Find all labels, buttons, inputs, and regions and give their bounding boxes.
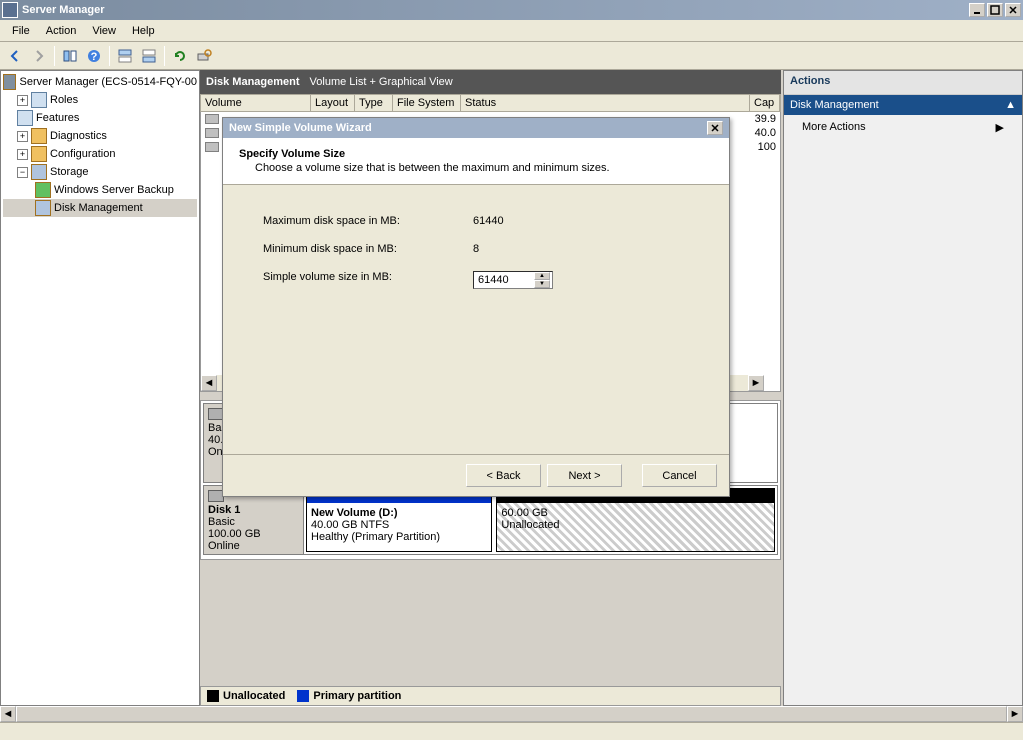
minimize-button[interactable] (969, 3, 985, 17)
diagnostics-icon (31, 128, 47, 144)
navigation-tree: Server Manager (ECS-0514-FQY-00 +Roles F… (0, 70, 200, 706)
expander-icon[interactable]: + (17, 149, 28, 160)
expander-icon[interactable]: + (17, 131, 28, 142)
config-icon (31, 146, 47, 162)
rescan-button[interactable] (193, 45, 215, 67)
disk-name: Disk 1 (208, 504, 299, 516)
dm-subtitle: Volume List + Graphical View (310, 76, 453, 88)
close-button[interactable] (1005, 3, 1021, 17)
features-icon (17, 110, 33, 126)
tree-configuration[interactable]: +Configuration (3, 145, 197, 163)
chevron-right-icon: ▶ (996, 121, 1004, 134)
wizard-footer: < Back Next > Cancel (223, 454, 729, 496)
main-hscroll[interactable]: ◄ ► (0, 706, 1023, 722)
view-bottom-button[interactable] (138, 45, 160, 67)
scroll-left-button[interactable]: ◄ (201, 375, 217, 391)
col-layout[interactable]: Layout (311, 95, 355, 111)
volume-size-label: Simple volume size in MB: (263, 271, 473, 289)
spin-down-button[interactable]: ▼ (534, 280, 550, 288)
cancel-button[interactable]: Cancel (642, 464, 717, 487)
next-button[interactable]: Next > (547, 464, 622, 487)
menu-action[interactable]: Action (38, 23, 85, 39)
actions-header: Actions (784, 71, 1022, 95)
col-fs[interactable]: File System (393, 95, 461, 111)
nav-forward-button[interactable] (28, 45, 50, 67)
wizard-body: Maximum disk space in MB: 61440 Minimum … (223, 185, 729, 454)
tree-root[interactable]: Server Manager (ECS-0514-FQY-00 (3, 73, 197, 91)
toolbar: ? (0, 42, 1023, 70)
partition-name: New Volume (D:) (311, 507, 487, 519)
volume-icon (205, 142, 219, 152)
volume-size-field[interactable] (474, 272, 534, 288)
legend-primary: Primary partition (313, 690, 401, 702)
tree-wsb[interactable]: Windows Server Backup (3, 181, 197, 199)
legend-swatch-primary (297, 690, 309, 702)
menu-file[interactable]: File (4, 23, 38, 39)
volume-size-input[interactable]: ▲ ▼ (473, 271, 553, 289)
more-actions-item[interactable]: More Actions ▶ (784, 115, 1022, 140)
col-cap[interactable]: Cap (750, 95, 780, 111)
scroll-left-button[interactable]: ◄ (0, 706, 16, 722)
disk-icon (35, 200, 51, 216)
partition-primary[interactable]: New Volume (D:) 40.00 GB NTFS Healthy (P… (306, 488, 492, 552)
refresh-button[interactable] (169, 45, 191, 67)
view-top-button[interactable] (114, 45, 136, 67)
volume-icon (205, 114, 219, 124)
max-space-label: Maximum disk space in MB: (263, 215, 473, 227)
tree-storage[interactable]: −Storage (3, 163, 197, 181)
tree-disk-management[interactable]: Disk Management (3, 199, 197, 217)
partition-unallocated[interactable]: 60.00 GB Unallocated (496, 488, 775, 552)
server-icon (3, 74, 16, 90)
statusbar (0, 722, 1023, 740)
scroll-right-button[interactable]: ► (1007, 706, 1023, 722)
help-button[interactable]: ? (83, 45, 105, 67)
tree-features[interactable]: Features (3, 109, 197, 127)
col-type[interactable]: Type (355, 95, 393, 111)
volume-list-header: Volume Layout Type File System Status Ca… (200, 94, 781, 112)
app-icon (2, 2, 18, 18)
expander-icon[interactable]: + (17, 95, 28, 106)
wizard-title: New Simple Volume Wizard (229, 122, 372, 134)
wizard-titlebar[interactable]: New Simple Volume Wizard (223, 118, 729, 138)
col-status[interactable]: Status (461, 95, 750, 111)
scroll-thumb[interactable] (16, 706, 1007, 722)
maximize-button[interactable] (987, 3, 1003, 17)
new-volume-wizard: New Simple Volume Wizard Specify Volume … (222, 117, 730, 497)
tree-diagnostics[interactable]: +Diagnostics (3, 127, 197, 145)
nav-back-button[interactable] (4, 45, 26, 67)
actions-section[interactable]: Disk Management ▲ (784, 95, 1022, 115)
max-space-value: 61440 (473, 215, 504, 227)
wizard-description: Choose a volume size that is between the… (239, 162, 713, 174)
chevron-up-icon: ▲ (1005, 99, 1016, 111)
wizard-header: Specify Volume Size Choose a volume size… (223, 138, 729, 185)
legend-unalloc: Unallocated (223, 690, 285, 702)
wizard-close-button[interactable] (707, 121, 723, 135)
storage-icon (31, 164, 47, 180)
menu-help[interactable]: Help (124, 23, 163, 39)
col-volume[interactable]: Volume (201, 95, 311, 111)
legend-swatch-unalloc (207, 690, 219, 702)
min-space-label: Minimum disk space in MB: (263, 243, 473, 255)
actions-pane: Actions Disk Management ▲ More Actions ▶ (783, 70, 1023, 706)
back-button[interactable]: < Back (466, 464, 541, 487)
dm-title: Disk Management (206, 76, 300, 88)
wizard-heading: Specify Volume Size (239, 148, 713, 160)
min-space-value: 8 (473, 243, 479, 255)
dm-header: Disk Management Volume List + Graphical … (200, 70, 781, 94)
menu-view[interactable]: View (84, 23, 124, 39)
volume-icon (205, 128, 219, 138)
spin-up-button[interactable]: ▲ (534, 272, 550, 280)
expander-icon[interactable]: − (17, 167, 28, 178)
roles-icon (31, 92, 47, 108)
show-hide-tree-button[interactable] (59, 45, 81, 67)
tree-roles[interactable]: +Roles (3, 91, 197, 109)
svg-text:?: ? (91, 51, 98, 63)
legend: Unallocated Primary partition (200, 686, 781, 706)
window-titlebar: Server Manager (0, 0, 1023, 20)
scroll-right-button[interactable]: ► (748, 375, 764, 391)
menubar: File Action View Help (0, 20, 1023, 42)
window-title: Server Manager (22, 4, 105, 16)
backup-icon (35, 182, 51, 198)
